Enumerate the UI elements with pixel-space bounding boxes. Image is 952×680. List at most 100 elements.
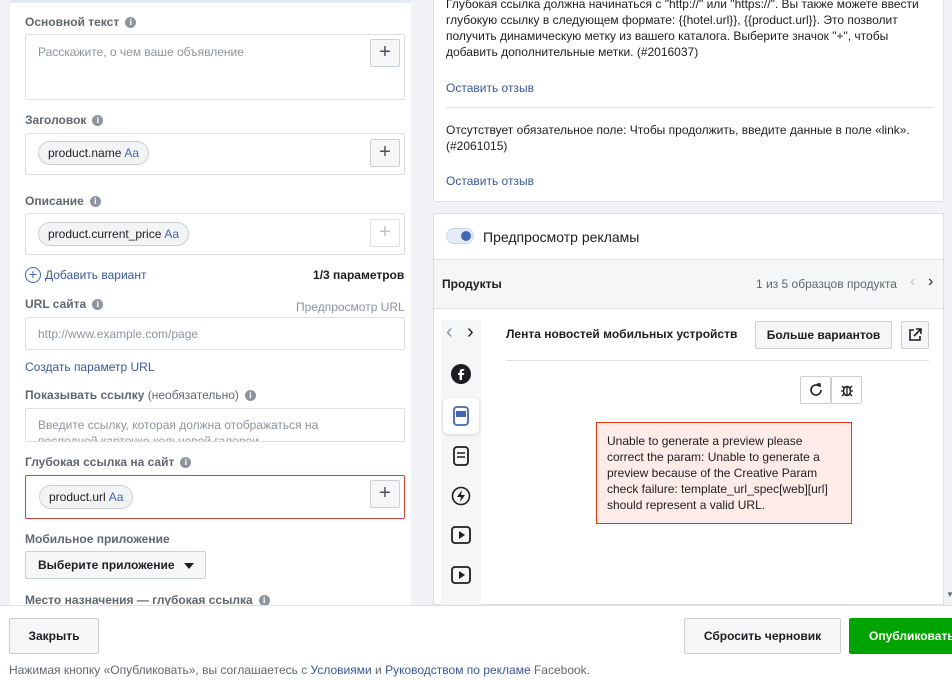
reset-draft-button[interactable]: Сбросить черновик [684, 618, 841, 654]
deep-link-field[interactable]: product.url Aa + [25, 475, 405, 519]
params-suffix: /3 параметров [319, 268, 405, 282]
token-text: product.current_price [48, 227, 162, 241]
message-line: глубокую ссылку в следующем формате: {{h… [446, 13, 898, 27]
terms-link[interactable]: Условиями [311, 663, 372, 677]
description-field[interactable]: product.current_price Aa + [25, 213, 405, 255]
display-link-placeholder-2: последней карточке кольцевой галереи [38, 434, 259, 442]
add-token-button[interactable]: + [370, 39, 400, 67]
plus-circle-icon: + [25, 267, 41, 283]
chevron-left-icon[interactable]: ‹ [910, 273, 915, 291]
description-token[interactable]: product.current_price Aa [38, 222, 190, 246]
token-text: product.name [48, 146, 122, 160]
ad-guidelines-link[interactable]: Руководством по рекламе [385, 663, 531, 677]
bug-icon [840, 385, 853, 397]
destination-label-text: Место назначения — глубокая ссылка [25, 593, 253, 605]
info-icon[interactable]: i [89, 196, 101, 207]
play-icon [451, 526, 471, 544]
refresh-button[interactable] [800, 376, 831, 404]
display-link-label: Показывать ссылку (необязательно) i [25, 388, 256, 402]
video-placement-icon[interactable] [443, 558, 479, 594]
external-link-icon [909, 328, 922, 341]
add-variant-label: Добавить вариант [45, 268, 147, 282]
primary-text-label-text: Основной текст [25, 15, 120, 29]
select-app-dropdown[interactable]: Выберите приложение [25, 551, 206, 579]
info-icon[interactable]: i [258, 595, 270, 605]
divider [434, 308, 943, 309]
deep-link-label-text: Глубокая ссылка на сайт [25, 455, 175, 469]
facebook-logo [451, 364, 471, 384]
scroll-down-icon[interactable]: ▼ [946, 590, 952, 600]
add-token-button-disabled: + [370, 219, 400, 247]
create-url-param-link[interactable]: Создать параметр URL [25, 360, 155, 374]
info-icon[interactable]: i [125, 17, 137, 28]
feed-placement-icon[interactable] [443, 398, 479, 434]
stories-placement-icon[interactable] [443, 438, 479, 474]
placement-icon-rail: ‹ › [441, 320, 481, 605]
message-line: (#2061015) [446, 139, 508, 153]
caret-down-icon [184, 563, 194, 569]
website-url-placeholder: http://www.example.com/page [38, 327, 199, 341]
refresh-icon [809, 383, 822, 396]
primary-text-field[interactable]: Расскажите, о чем ваше объявление + [25, 34, 405, 100]
token-case-toggle[interactable]: Aa [164, 227, 179, 241]
info-icon[interactable]: i [92, 299, 104, 310]
params-count: 1 [313, 268, 320, 282]
website-url-input[interactable]: http://www.example.com/page [25, 317, 405, 350]
preview-url-link[interactable]: Предпросмотр URL [296, 300, 405, 314]
headline-label-text: Заголовок [25, 113, 87, 127]
terms-prefix: Нажимая кнопку «Опубликовать», вы соглаш… [9, 663, 311, 677]
preview-error-box: Unable to generate a preview please corr… [596, 422, 852, 524]
deep-link-error-message: Глубокая ссылка должна начинаться с "htt… [446, 0, 936, 60]
message-line: добавить дополнительные метки. (#2016037… [446, 45, 699, 59]
message-line: получить динамическую метку из вашего ка… [446, 29, 889, 43]
params-counter: 1/3 параметров [313, 268, 404, 282]
sample-count: 1 из 5 образцов продукта [756, 277, 897, 291]
terms-and: и [371, 663, 386, 677]
products-label: Продукты [442, 277, 502, 291]
description-label: Описание i [25, 194, 101, 208]
publish-button[interactable]: Опубликовать [849, 618, 952, 654]
primary-text-placeholder: Расскажите, о чем ваше объявление [38, 45, 244, 59]
chevron-right-icon[interactable]: › [467, 322, 474, 342]
facebook-icon[interactable] [443, 356, 479, 392]
display-link-input[interactable]: Введите ссылку, которая должна отображат… [25, 408, 405, 442]
token-text: product.url [49, 490, 106, 504]
destination-label: Место назначения — глубокая ссылка i [25, 593, 270, 605]
preview-error-text: Unable to generate a preview please corr… [607, 434, 828, 512]
deep-link-label: Глубокая ссылка на сайт i [25, 455, 192, 469]
deep-link-token[interactable]: product.url Aa [39, 485, 134, 509]
toggle-knob [461, 231, 471, 241]
leave-feedback-link[interactable]: Оставить отзыв [446, 174, 534, 188]
primary-text-label: Основной текст i [25, 15, 137, 29]
info-icon[interactable]: i [92, 115, 104, 126]
preview-title: Предпросмотр рекламы [483, 229, 640, 245]
chevron-left-icon[interactable]: ‹ [446, 322, 453, 342]
info-icon[interactable]: i [180, 457, 192, 468]
ad-form-card: Основной текст i Расскажите, о чем ваше о… [10, 0, 411, 605]
token-case-toggle[interactable]: Aa [124, 146, 139, 160]
ad-form-panel: Основной текст i Расскажите, о чем ваше о… [0, 0, 421, 605]
video-placement-icon[interactable] [443, 518, 479, 554]
debug-button[interactable] [831, 376, 862, 404]
message-line: Отсутствует обязательное поле: Чтобы про… [446, 123, 910, 137]
card-top-bar [10, 0, 411, 3]
info-icon[interactable]: i [244, 390, 256, 401]
token-case-toggle[interactable]: Aa [109, 490, 124, 504]
more-variants-button[interactable]: Больше вариантов [755, 321, 892, 349]
missing-field-message: Отсутствует обязательное поле: Чтобы про… [446, 122, 910, 154]
close-button[interactable]: Закрыть [9, 618, 99, 654]
open-external-button[interactable] [901, 321, 929, 349]
instant-articles-icon[interactable] [443, 478, 479, 514]
chevron-right-icon[interactable]: › [928, 273, 933, 291]
add-token-button[interactable]: + [370, 480, 400, 508]
headline-token[interactable]: product.name Aa [38, 141, 150, 165]
headline-field[interactable]: product.name Aa + [25, 133, 405, 175]
mobile-feed-icon [453, 406, 469, 426]
website-url-label-text: URL сайта [25, 297, 87, 311]
lightning-icon [451, 486, 471, 506]
preview-toggle[interactable] [446, 228, 474, 244]
add-token-button[interactable]: + [370, 139, 400, 167]
leave-feedback-link[interactable]: Оставить отзыв [446, 81, 534, 95]
optional-tag: (необязательно) [147, 388, 239, 402]
validation-messages-card: Глубокая ссылка должна начинаться с "htt… [433, 0, 944, 202]
